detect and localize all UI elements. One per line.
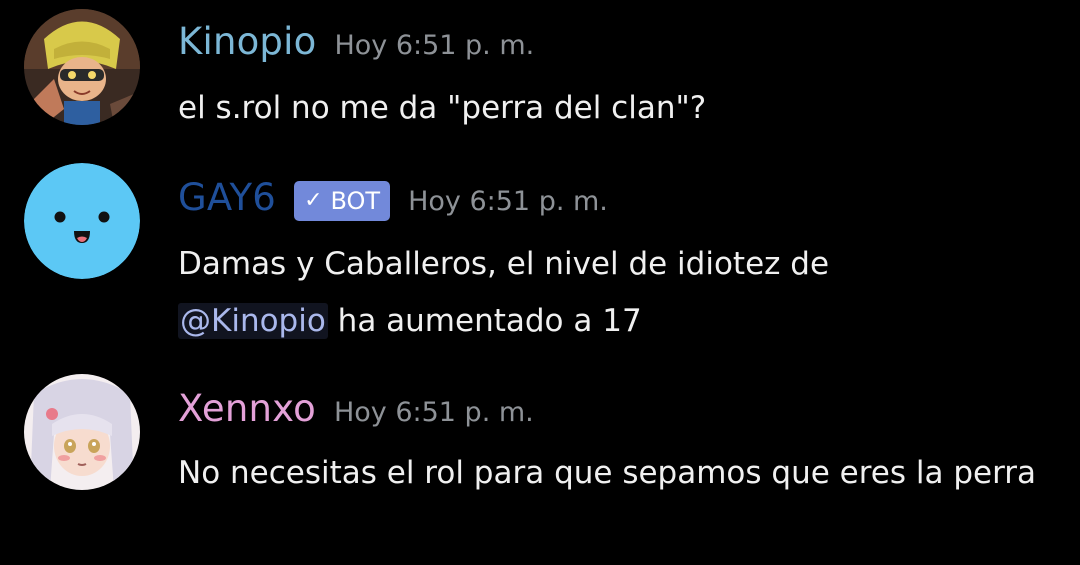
message-header: GAY6 ✓ BOT Hoy 6:51 p. m. <box>178 176 608 221</box>
message-header: Kinopio Hoy 6:51 p. m. <box>178 20 534 63</box>
timestamp: Hoy 6:51 p. m. <box>333 397 534 428</box>
message-content: el s.rol no me da "perra del clan"? <box>178 90 707 126</box>
username-gay6[interactable]: GAY6 <box>178 176 276 219</box>
timestamp: Hoy 6:51 p. m. <box>408 186 608 217</box>
message-header: Xennxo Hoy 6:51 p. m. <box>178 387 534 430</box>
message-text: Damas y Caballeros, el nivel de idiotez … <box>178 246 830 282</box>
message-content: No necesitas el rol para que sepamos que… <box>178 455 1037 491</box>
gay6-avatar-face-icon[interactable] <box>24 163 140 279</box>
message-text: ha aumentado a 17 <box>327 303 642 339</box>
checkmark-icon: ✓ <box>304 188 323 213</box>
message-content: Damas y Caballeros, el nivel de idiotez … <box>178 236 978 350</box>
username-xennxo[interactable]: Xennxo <box>178 387 316 430</box>
user-mention[interactable]: @Kinopio <box>178 303 328 339</box>
timestamp: Hoy 6:51 p. m. <box>334 30 535 61</box>
bot-badge-label: BOT <box>330 186 381 215</box>
kinopio-avatar-icon[interactable] <box>24 9 140 125</box>
username-kinopio[interactable]: Kinopio <box>178 20 316 63</box>
bot-badge: ✓ BOT <box>294 180 391 221</box>
xennxo-avatar-icon[interactable] <box>24 374 140 490</box>
